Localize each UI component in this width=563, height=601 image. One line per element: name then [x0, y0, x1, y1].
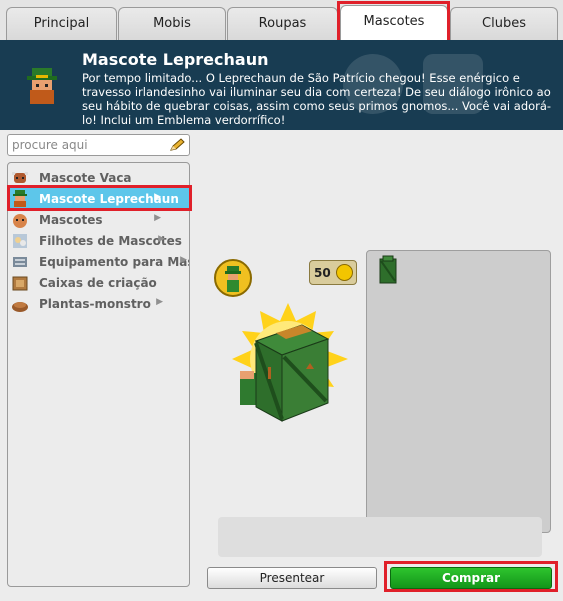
tab-principal[interactable]: Principal	[6, 7, 117, 40]
search-box	[7, 134, 190, 156]
cow-icon	[12, 171, 28, 183]
pet-equipment-icon	[13, 256, 27, 267]
sidebar-item-label: Equipamento para Mascotes	[39, 254, 189, 269]
chevron-right-icon: ▶	[180, 255, 187, 265]
leprechaun-icon	[13, 189, 27, 207]
product-preview-box	[366, 250, 551, 533]
sidebar-item-plantas-monstro[interactable]: Plantas-monstro ▶	[8, 293, 189, 314]
tab-roupas[interactable]: Roupas	[227, 7, 338, 40]
pet-icon	[13, 213, 27, 228]
sidebar-item-label: Caixas de criação	[39, 275, 157, 290]
search-input[interactable]	[12, 137, 162, 153]
leprechaun-icon	[27, 68, 57, 104]
sidebar-item-label: Mascotes	[39, 212, 103, 227]
sidebar-item-equipamento-para-mascotes[interactable]: Equipamento para Mascotes ▶	[8, 251, 189, 272]
product-name-bar	[218, 517, 542, 557]
breeding-box-icon	[12, 276, 28, 290]
tab-mascotes[interactable]: Mascotes	[340, 5, 448, 40]
monster-plant-icon	[12, 301, 28, 312]
sidebar-item-label: Plantas-monstro	[39, 296, 151, 311]
buy-button[interactable]: Comprar	[390, 567, 552, 589]
catalog-header: Mascote Leprechaun Por tempo limitado...…	[0, 40, 563, 130]
category-sidebar: Mascote Vaca Mascote Leprechaun ▶ Mascot…	[7, 162, 190, 587]
chevron-right-icon: ▶	[154, 213, 161, 223]
sidebar-item-mascotes[interactable]: Mascotes ▶	[8, 209, 189, 230]
sidebar-item-label: Mascote Vaca	[39, 170, 132, 185]
product-title: Mascote Leprechaun	[82, 50, 269, 69]
credit-coin-icon	[336, 264, 353, 281]
price-value: 50	[314, 265, 331, 280]
baby-pets-icon	[13, 233, 27, 248]
pencil-icon[interactable]	[169, 138, 185, 152]
product-description: Por tempo limitado... O Leprechaun de Sã…	[82, 71, 552, 127]
catalog-tab-bar: Principal Mobis Roupas Mascotes Clubes	[0, 0, 563, 40]
leprechaun-badge-icon	[214, 259, 252, 297]
gift-button[interactable]: Presentear	[207, 567, 377, 589]
breeding-crate-image	[232, 303, 348, 422]
crate-thumbnail-icon[interactable]	[378, 255, 398, 285]
sidebar-item-mascote-leprechaun[interactable]: Mascote Leprechaun ▶	[8, 188, 189, 209]
price-badge: 50	[309, 260, 357, 285]
tab-clubes[interactable]: Clubes	[450, 7, 558, 40]
tab-mobis[interactable]: Mobis	[118, 7, 226, 40]
sidebar-item-caixas-de-criacao[interactable]: Caixas de criação	[8, 272, 189, 293]
chevron-right-icon: ▶	[156, 297, 163, 307]
sidebar-item-filhotes-de-mascotes[interactable]: Filhotes de Mascotes ▶	[8, 230, 189, 251]
chevron-right-icon: ▶	[158, 234, 165, 244]
sidebar-item-mascote-vaca[interactable]: Mascote Vaca	[8, 167, 189, 188]
chevron-right-icon: ▶	[154, 192, 161, 202]
